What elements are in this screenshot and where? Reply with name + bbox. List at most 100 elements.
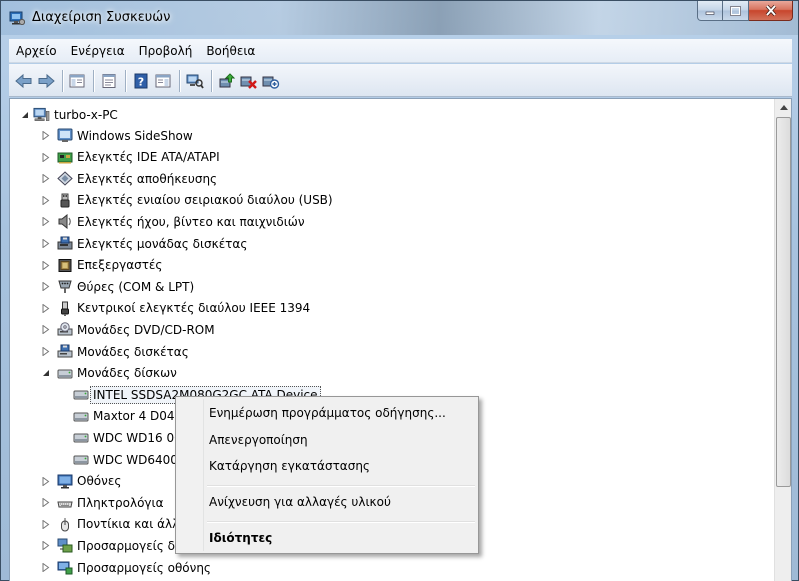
action-pane-icon xyxy=(155,74,171,88)
monitor-icon xyxy=(56,473,73,489)
expand-arrow-icon[interactable] xyxy=(41,195,50,205)
toolbar-separator xyxy=(62,70,63,92)
expand-arrow-icon[interactable] xyxy=(41,325,50,335)
expand-arrow-icon[interactable] xyxy=(41,563,50,572)
update-driver-icon xyxy=(219,73,236,88)
menu-view[interactable]: Προβολή xyxy=(132,39,200,63)
context-disable[interactable]: Απενεργοποίηση xyxy=(209,433,308,447)
tree-root-label: turbo-x-PC xyxy=(54,107,118,122)
scroll-thumb[interactable] xyxy=(776,117,791,487)
context-separator xyxy=(207,485,475,487)
window-title: Διαχείριση Συσκευών xyxy=(32,10,171,25)
tree-category-row[interactable]: Μονάδες DVD/CD-ROM xyxy=(41,319,215,340)
expand-arrow-icon[interactable] xyxy=(41,217,50,227)
help-button[interactable]: ? xyxy=(131,71,151,91)
tree-category-row[interactable]: Οθόνες xyxy=(41,471,121,492)
tree-category-row[interactable]: Μονάδες δισκέτας xyxy=(41,341,189,362)
maximize-icon xyxy=(730,5,741,16)
tree-category-row[interactable]: Κεντρικοί ελεγκτές διαύλου IEEE 1394 xyxy=(41,298,310,319)
tree-category-row[interactable]: Windows SideShow xyxy=(41,125,193,146)
tree-device-row[interactable]: Maxtor 4 D040H xyxy=(72,406,191,427)
tree-category-row[interactable]: Ελεγκτές ενιαίου σειριακού διαύλου (USB) xyxy=(41,190,333,211)
storage-controller-icon xyxy=(56,171,73,187)
toolbar-separator xyxy=(125,70,126,92)
tree-device-label: WDC WD6400A xyxy=(93,452,187,467)
forward-button[interactable] xyxy=(36,71,56,91)
port-icon xyxy=(56,279,73,295)
menu-help[interactable]: Βοήθεια xyxy=(199,39,262,63)
scan-hardware-button[interactable] xyxy=(185,71,205,91)
menu-action[interactable]: Ενέργεια xyxy=(64,39,132,63)
tree-category-row[interactable]: Ελεγκτές ήχου, βίντεο και παιχνιδιών xyxy=(41,211,305,232)
tree-category-label: Επεξεργαστές xyxy=(77,258,163,273)
tree-device-row[interactable]: WDC WD16 00J xyxy=(72,427,185,448)
disk-device-icon xyxy=(72,452,89,468)
expand-arrow-icon[interactable] xyxy=(41,303,50,313)
tree-category-row[interactable]: Επεξεργαστές xyxy=(41,255,162,276)
expand-arrow-icon[interactable] xyxy=(41,282,50,292)
menu-file[interactable]: Αρχείο xyxy=(9,39,64,63)
sideshow-icon xyxy=(56,128,73,144)
disk-device-icon xyxy=(72,408,89,424)
tree-category-row[interactable]: Ελεγκτές μονάδας δισκέτας xyxy=(41,233,247,254)
expand-arrow-icon[interactable] xyxy=(41,131,50,140)
context-uninstall[interactable]: Κατάργηση εγκατάστασης xyxy=(209,459,370,473)
expand-arrow-icon[interactable] xyxy=(41,519,50,529)
tree-category-row[interactable]: Πληκτρολόγια xyxy=(41,492,164,513)
tree-category-label: Ελεγκτές IDE ATA/ATAPI xyxy=(77,150,220,165)
action-pane-button[interactable] xyxy=(153,71,173,91)
context-scan-hardware[interactable]: Ανίχνευση για αλλαγές υλικού xyxy=(209,495,391,509)
expand-arrow-icon[interactable] xyxy=(41,174,50,184)
toolbar-separator xyxy=(179,70,180,92)
tree-root[interactable]: turbo-x-PC xyxy=(20,104,118,125)
maximize-button[interactable] xyxy=(723,1,749,21)
back-button[interactable] xyxy=(14,71,34,91)
expand-arrow-icon[interactable] xyxy=(41,347,50,356)
forward-arrow-icon xyxy=(38,73,55,89)
tree-category-label: Θύρες (COM & LPT) xyxy=(77,279,195,294)
floppy-controller-icon xyxy=(56,236,73,252)
tree-category-row[interactable]: Μονάδες δίσκων xyxy=(41,363,177,384)
vertical-scrollbar[interactable] xyxy=(774,99,791,581)
close-button[interactable] xyxy=(749,1,793,21)
expand-arrow-icon[interactable] xyxy=(41,541,50,551)
tree-device-row[interactable]: WDC WD6400A xyxy=(72,449,186,470)
toolbar-separator xyxy=(211,70,212,92)
properties-icon xyxy=(102,74,116,88)
uninstall-button[interactable] xyxy=(239,71,259,91)
context-menu-gutter xyxy=(178,399,204,551)
console-tree-button[interactable] xyxy=(67,71,87,91)
scroll-up-button[interactable] xyxy=(776,99,791,116)
tree-category-label: Πληκτρολόγια xyxy=(77,495,164,510)
expand-arrow-icon[interactable] xyxy=(41,152,50,162)
expand-arrow-icon[interactable] xyxy=(41,260,50,270)
expand-arrow-icon[interactable] xyxy=(41,239,50,248)
disable-device-button[interactable] xyxy=(261,71,281,91)
caption-buttons xyxy=(697,1,793,21)
tree-category-row[interactable]: Προσαρμογείς δικ xyxy=(41,535,186,556)
expand-arrow-icon[interactable] xyxy=(41,476,50,486)
keyboard-icon xyxy=(56,495,73,511)
disk-device-icon xyxy=(72,387,89,403)
tree-category-row[interactable]: Ποντίκια και άλλες xyxy=(41,514,193,535)
back-arrow-icon xyxy=(15,73,32,89)
toolbar: ? xyxy=(9,64,792,97)
update-driver-button[interactable] xyxy=(217,71,237,91)
collapse-arrow-icon[interactable] xyxy=(20,110,29,119)
processor-icon xyxy=(56,257,73,273)
properties-button[interactable] xyxy=(99,71,119,91)
minimize-button[interactable] xyxy=(697,1,723,21)
tree-category-row[interactable]: Ελεγκτές αποθήκευσης xyxy=(41,168,217,189)
tree-category-label: Οθόνες xyxy=(77,474,122,489)
svg-text:?: ? xyxy=(138,76,144,89)
context-update-driver[interactable]: Ενημέρωση προγράμματος οδήγησης... xyxy=(209,406,446,420)
uninstall-icon xyxy=(240,76,257,89)
tree-category-row[interactable]: Ελεγκτές IDE ATA/ATAPI xyxy=(41,147,220,168)
tree-category-row[interactable]: Προσαρμογείς οθόνης xyxy=(41,557,211,578)
computer-icon xyxy=(33,107,50,123)
context-properties[interactable]: Ιδιότητες xyxy=(209,531,272,545)
expand-arrow-icon[interactable] xyxy=(41,498,50,508)
title-bar[interactable]: Διαχείριση Συσκευών xyxy=(1,1,798,35)
tree-category-row[interactable]: Θύρες (COM & LPT) xyxy=(41,276,194,297)
collapse-arrow-icon[interactable] xyxy=(41,369,50,378)
